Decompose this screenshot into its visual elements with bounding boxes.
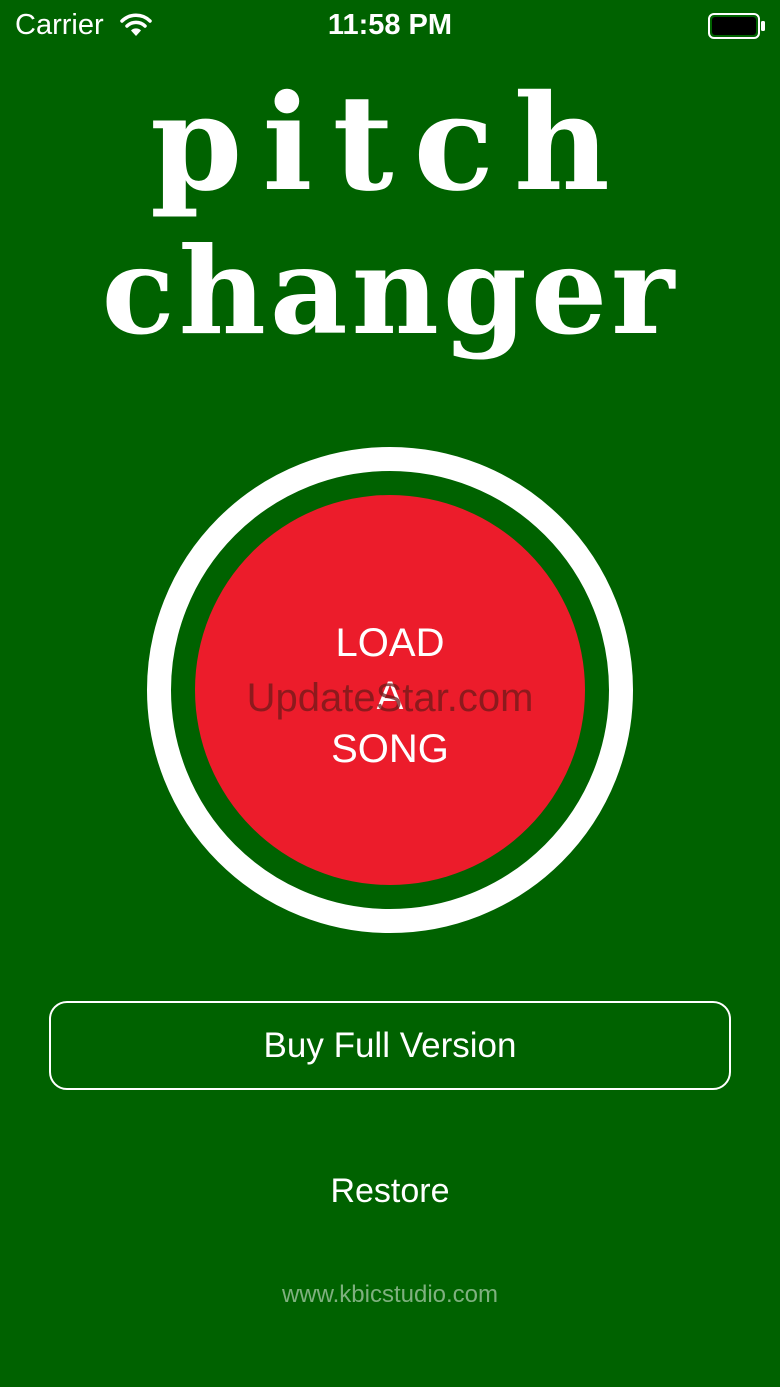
status-bar: Carrier 11:58 PM — [0, 0, 780, 52]
buy-full-version-label: Buy Full Version — [263, 1025, 517, 1065]
battery-icon — [708, 13, 765, 39]
app-title-pitch: pitch — [150, 66, 630, 221]
website-link: www.kbicstudio.com — [281, 1281, 499, 1308]
load-song-button[interactable]: LOAD A SONG — [195, 495, 585, 885]
restore-button[interactable]: Restore — [290, 1172, 490, 1211]
app-title-changer: changer — [101, 221, 679, 362]
buy-full-version-button[interactable]: Buy Full Version — [49, 1001, 731, 1090]
clock-time: 11:58 PM — [327, 9, 453, 41]
load-song-label: LOAD A SONG — [331, 621, 449, 771]
